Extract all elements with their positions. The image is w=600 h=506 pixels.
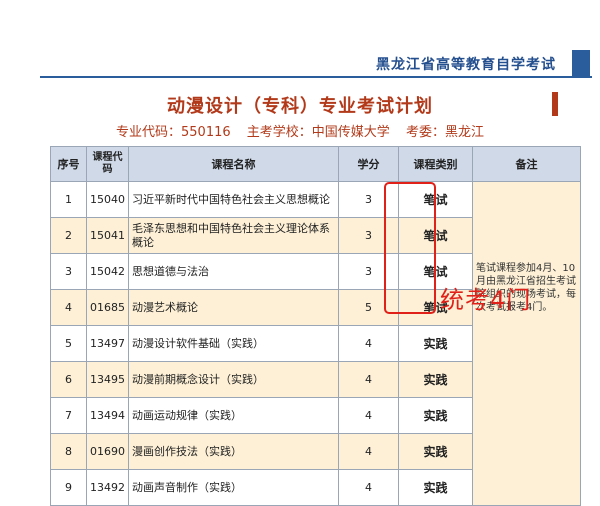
row-code: 13495: [86, 361, 129, 398]
row-no: 3: [50, 253, 87, 290]
exam-plan-table: 序号 课程代码 课程名称 学分 课程类别 备注 1 15040 习近平新时代中国…: [50, 146, 581, 506]
plan-title: 动漫设计（专科）专业考试计划: [167, 96, 433, 117]
row-credit: 4: [338, 469, 399, 506]
column-header-credit: 学分: [338, 146, 399, 182]
row-course-name: 漫画创作技法（实践）: [128, 433, 339, 470]
row-course-name: 思想道德与法治: [128, 253, 339, 290]
row-credit: 4: [338, 397, 399, 434]
row-code: 15041: [86, 217, 129, 254]
row-credit: 4: [338, 433, 399, 470]
row-credit: 4: [338, 361, 399, 398]
host-school: 主考学校：中国传媒大学: [246, 125, 390, 140]
row-code: 15040: [86, 181, 129, 218]
row-code: 01685: [86, 289, 129, 326]
exam-committee: 考委：黑龙江: [405, 125, 484, 140]
row-no: 1: [50, 181, 87, 218]
handwritten-annotation: 统考4门: [440, 286, 532, 314]
table-row: 1 15040 习近平新时代中国特色社会主义思想概论 3 笔试 笔试课程参加4月…: [50, 181, 581, 506]
row-no: 8: [50, 433, 87, 470]
row-course-name: 动画运动规律（实践）: [128, 397, 339, 434]
row-course-name: 动漫前期概念设计（实践）: [128, 361, 339, 398]
row-course-name: 毛泽东思想和中国特色社会主义理论体系概论: [128, 217, 339, 254]
major-info-line: 专业代码：550116 主考学校：中国传媒大学 考委：黑龙江: [0, 121, 600, 140]
row-type: 实践: [398, 397, 473, 434]
row-credit: 4: [338, 325, 399, 362]
organization-name: 黑龙江省高等教育自学考试: [376, 57, 556, 73]
row-no: 4: [50, 289, 87, 326]
row-type: 实践: [398, 433, 473, 470]
column-header-code: 课程代码: [86, 146, 129, 182]
column-header-name: 课程名称: [128, 146, 339, 182]
row-code: 15042: [86, 253, 129, 290]
handwritten-highlight-box: [384, 182, 436, 314]
row-code: 13494: [86, 397, 129, 434]
row-code: 13497: [86, 325, 129, 362]
row-type: 实践: [398, 361, 473, 398]
row-course-name: 动画声音制作（实践）: [128, 469, 339, 506]
header-rule: [40, 76, 592, 78]
row-no: 7: [50, 397, 87, 434]
row-no: 2: [50, 217, 87, 254]
document-header: 黑龙江省高等教育自学考试: [0, 50, 600, 80]
row-no: 9: [50, 469, 87, 506]
row-code: 01690: [86, 433, 129, 470]
column-header-note: 备注: [472, 146, 581, 182]
major-code: 专业代码：550116: [116, 125, 231, 140]
remarks-cell: 笔试课程参加4月、10月由黑龙江省招生考试院组织的现场考试，每次考试报考4门。: [472, 181, 581, 506]
row-no: 5: [50, 325, 87, 362]
table-header-row: 序号 课程代码 课程名称 学分 课程类别 备注: [50, 146, 581, 182]
row-type: 实践: [398, 325, 473, 362]
title-accent-bar: [552, 92, 558, 116]
row-no: 6: [50, 361, 87, 398]
header-accent-block: [572, 50, 590, 76]
row-course-name: 动漫艺术概论: [128, 289, 339, 326]
column-header-type: 课程类别: [398, 146, 473, 182]
row-course-name: 动漫设计软件基础（实践）: [128, 325, 339, 362]
row-course-name: 习近平新时代中国特色社会主义思想概论: [128, 181, 339, 218]
row-type: 实践: [398, 469, 473, 506]
column-header-no: 序号: [50, 146, 87, 182]
row-code: 13492: [86, 469, 129, 506]
